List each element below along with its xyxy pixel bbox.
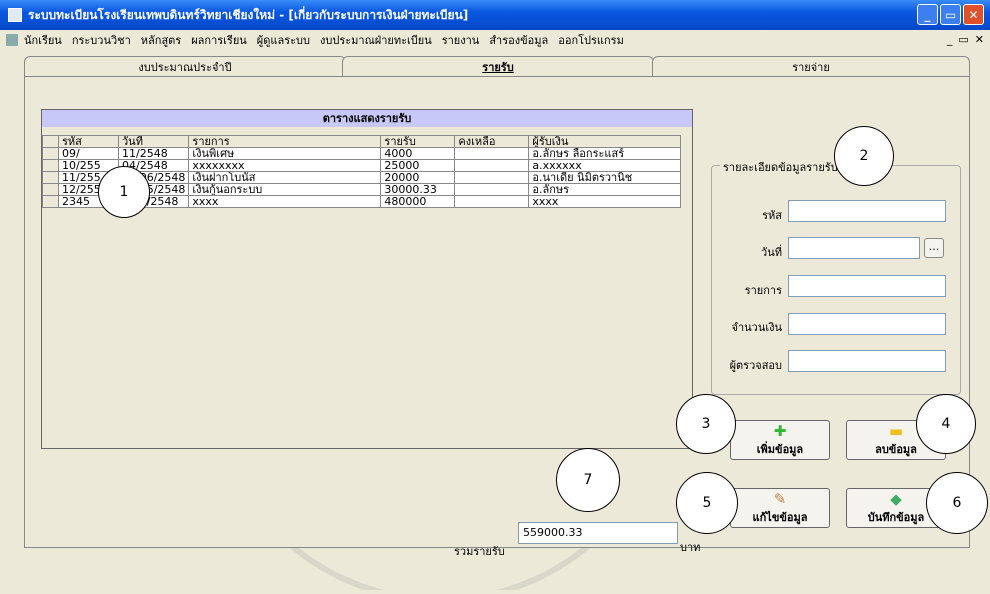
delete-button-label: ลบข้อมูล: [875, 443, 917, 456]
income-panel: ตารางแสดงรายรับ รหัส วันที่ รายการ รายรั…: [24, 76, 970, 548]
edit-document-icon: ✎: [773, 490, 787, 508]
callout-5: 5: [676, 472, 738, 534]
maximize-button[interactable]: ▭: [940, 4, 961, 25]
table-cell[interactable]: 09/: [58, 147, 119, 160]
date-label: วันที่: [761, 246, 782, 259]
edit-record-button[interactable]: ✎ แก้ไขข้อมูล: [730, 488, 830, 528]
table-cell[interactable]: xxxx: [188, 195, 382, 208]
row-selector[interactable]: [42, 171, 59, 184]
mdi-restore-button[interactable]: ▭: [958, 33, 968, 46]
table-header-row: รหัส วันที่ รายการ รายรับ คงเหลือ ผู้รับ…: [42, 135, 682, 148]
date-input[interactable]: [788, 237, 920, 259]
minimize-button[interactable]: _: [917, 4, 938, 25]
menu-exit[interactable]: ออกโปรแกรม: [558, 31, 624, 49]
minus-icon: ▬: [888, 422, 904, 440]
table-cell[interactable]: 11/2548: [117, 147, 190, 160]
table-cell[interactable]: xxxxxxxx: [188, 159, 382, 172]
table-cell[interactable]: [454, 159, 530, 172]
menu-admin[interactable]: ผู้ดูแลระบบ: [257, 31, 310, 49]
amount-input[interactable]: [788, 313, 946, 335]
tab-income[interactable]: รายรับ: [342, 56, 654, 76]
date-picker-button[interactable]: ...: [924, 238, 944, 258]
income-grid: ตารางแสดงรายรับ รหัส วันที่ รายการ รายรั…: [41, 109, 693, 449]
callout-3: 3: [676, 394, 736, 454]
table-cell[interactable]: อ.ลักษร: [528, 183, 682, 196]
menu-reports[interactable]: รายงาน: [442, 31, 480, 49]
callout-1: 1: [98, 166, 150, 218]
table-cell[interactable]: a.xxxxxx: [528, 159, 682, 172]
table-cell[interactable]: 480000: [380, 195, 456, 208]
plus-icon: ✚: [773, 422, 787, 440]
item-label: รายการ: [744, 284, 782, 297]
menu-courses[interactable]: กระบวนวิชา: [72, 31, 131, 49]
column-header[interactable]: วันที่: [117, 135, 190, 148]
total-income-field: 559000.33: [518, 522, 678, 544]
menu-budget[interactable]: งบประมาณฝ่ายทะเบียน: [320, 31, 432, 49]
table-cell[interactable]: 25000: [380, 159, 456, 172]
row-selector[interactable]: [42, 195, 59, 208]
table-cell[interactable]: เงินฝากโบนัส: [188, 171, 382, 184]
amount-label: จำนวนเงิน: [731, 321, 783, 334]
income-detail-group: รายละเอียดข้อมูลรายรับ รหัส วันที่ ... ร…: [711, 158, 961, 395]
mdi-child-icon[interactable]: [6, 34, 18, 46]
detail-legend: รายละเอียดข้อมูลรายรับ: [720, 158, 841, 176]
row-header-corner: [42, 135, 59, 148]
column-header[interactable]: คงเหลือ: [454, 135, 530, 148]
code-input[interactable]: [788, 200, 946, 222]
callout-6: 6: [926, 472, 988, 534]
column-header[interactable]: รหัส: [58, 135, 119, 148]
code-label: รหัส: [762, 209, 782, 222]
callout-4: 4: [916, 394, 976, 454]
column-header[interactable]: รายการ: [188, 135, 382, 148]
row-selector[interactable]: [42, 147, 59, 160]
total-income-label: รวมรายรับ: [454, 545, 505, 558]
table-cell[interactable]: 20000: [380, 171, 456, 184]
mdi-close-button[interactable]: ✕: [975, 33, 984, 46]
table-cell[interactable]: เงินกู้นอกระบบ: [188, 183, 382, 196]
add-record-button[interactable]: ✚ เพิ่มข้อมูล: [730, 420, 830, 460]
callout-7: 7: [556, 448, 620, 512]
table-row[interactable]: 09/ 11/2548 เงินพิเศษ 4000 อ.ลักษร ลือกร…: [42, 147, 682, 160]
auditor-input[interactable]: [788, 350, 946, 372]
close-button[interactable]: ✕: [963, 4, 984, 25]
table-cell[interactable]: [454, 147, 530, 160]
menu-grades[interactable]: ผลการเรียน: [191, 31, 247, 49]
mdi-minimize-button[interactable]: _: [947, 33, 953, 46]
grid-title: ตารางแสดงรายรับ: [42, 110, 692, 127]
menu-curriculum[interactable]: หลักสูตร: [141, 31, 181, 49]
column-header[interactable]: รายรับ: [380, 135, 456, 148]
row-selector[interactable]: [42, 183, 59, 196]
table-cell[interactable]: อ.ลักษร ลือกระแสร์: [528, 147, 682, 160]
tab-strip: งบประมาณประจำปี รายรับ รายจ่าย: [24, 56, 970, 76]
tab-annual-budget[interactable]: งบประมาณประจำปี: [24, 56, 346, 76]
auditor-label: ผู้ตรวจสอบ: [729, 359, 782, 372]
column-header[interactable]: ผู้รับเงิน: [528, 135, 682, 148]
tab-expense[interactable]: รายจ่าย: [652, 56, 970, 76]
table-cell[interactable]: เงินพิเศษ: [188, 147, 382, 160]
edit-button-label: แก้ไขข้อมูล: [752, 511, 808, 524]
callout-2: 2: [834, 126, 894, 186]
table-cell[interactable]: อ.นาเดีย นิมิตรวานิช: [528, 171, 682, 184]
table-cell[interactable]: [454, 195, 530, 208]
currency-unit-label: บาท: [680, 541, 701, 554]
row-selector[interactable]: [42, 159, 59, 172]
save-disk-icon: ◆: [890, 490, 902, 508]
add-button-label: เพิ่มข้อมูล: [756, 443, 804, 456]
item-input[interactable]: [788, 275, 946, 297]
save-button-label: บันทึกข้อมูล: [867, 511, 925, 524]
app-icon: [8, 8, 22, 22]
title-bar: ระบบทะเบียนโรงเรียนเทพบดินทร์วิทยาเชียงใ…: [0, 0, 990, 30]
window-title: ระบบทะเบียนโรงเรียนเทพบดินทร์วิทยาเชียงใ…: [28, 7, 469, 22]
table-cell[interactable]: xxxx: [528, 195, 682, 208]
menu-bar: นักเรียน กระบวนวิชา หลักสูตร ผลการเรียน …: [0, 30, 990, 50]
menu-backup[interactable]: สำรองข้อมูล: [489, 31, 548, 49]
table-cell[interactable]: 4000: [380, 147, 456, 160]
menu-students[interactable]: นักเรียน: [24, 31, 62, 49]
table-cell[interactable]: [454, 183, 530, 196]
table-cell[interactable]: 30000.33: [380, 183, 456, 196]
table-cell[interactable]: [454, 171, 530, 184]
